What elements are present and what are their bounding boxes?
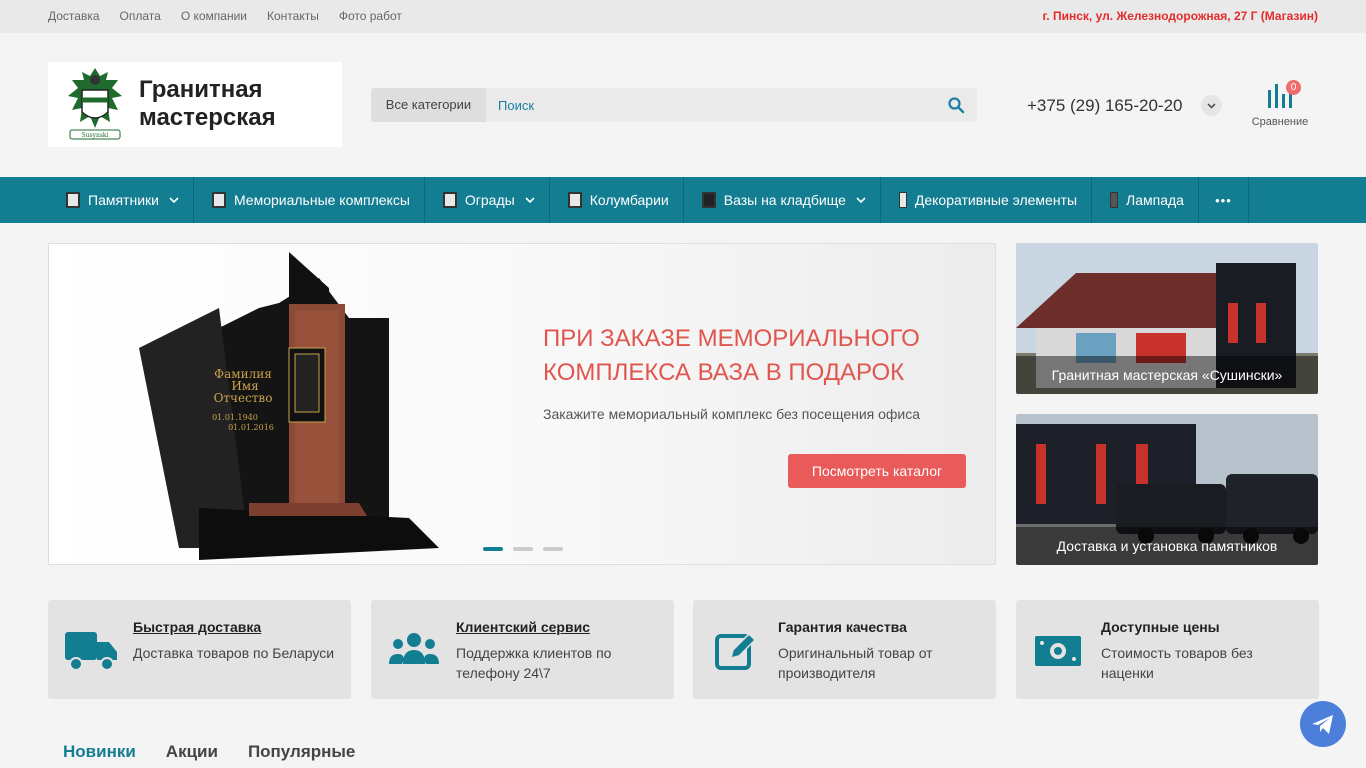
phone-dropdown-button[interactable]	[1201, 95, 1222, 116]
banner-workshop[interactable]: Гранитная мастерская «Сушински»	[1016, 243, 1318, 394]
hero-subtitle: Закажите мемориальный комплекс без посещ…	[543, 406, 921, 422]
feature-title: Доступные цены	[1101, 619, 1220, 635]
hero-slider: Фамилия Имя Отчество 01.01.1940 01.01.20…	[48, 243, 996, 565]
engraving-birth: 01.01.1940	[212, 413, 258, 422]
nav-item-monuments[interactable]: Памятники	[48, 177, 194, 223]
top-link-contacts[interactable]: Контакты	[267, 9, 319, 23]
search-icon[interactable]	[947, 96, 965, 114]
nav-item-memorials[interactable]: Мемориальные комплексы	[194, 177, 425, 223]
feature-quality: Гарантия качества Оригинальный товар от …	[693, 600, 996, 699]
banner-caption: Гранитная мастерская «Сушински»	[1016, 356, 1318, 394]
top-link-gallery[interactable]: Фото работ	[339, 9, 402, 23]
statue-icon	[898, 192, 907, 208]
engraving-death: 01.01.2016	[228, 423, 274, 432]
top-bar: Доставка Оплата О компании Контакты Фото…	[0, 0, 1366, 33]
lamp-icon	[1110, 192, 1119, 208]
site-name: Гранитная мастерская	[139, 76, 276, 131]
chevron-down-icon	[1207, 103, 1216, 109]
nav-item-decor[interactable]: Декоративные элементы	[881, 177, 1093, 223]
feature-prices: Доступные цены Стоимость товаров без нац…	[1016, 600, 1319, 699]
memorial-icon	[211, 192, 226, 208]
feature-title: Гарантия качества	[778, 619, 907, 635]
feature-text: Стоимость товаров без наценки	[1101, 645, 1253, 681]
site-logo[interactable]: Susynski Гранитная мастерская	[48, 62, 342, 147]
telegram-chat-button[interactable]	[1300, 701, 1346, 747]
slider-dots	[483, 547, 563, 551]
engraving-patronymic: Отчество	[214, 391, 273, 405]
slider-dot[interactable]	[513, 547, 533, 551]
chevron-down-icon	[169, 197, 179, 204]
feature-fast-delivery: Быстрая доставка Доставка товаров по Бел…	[48, 600, 351, 699]
monument-image: Фамилия Имя Отчество 01.01.1940 01.01.20…	[139, 252, 439, 560]
nav-item-lamp[interactable]: Лампада	[1092, 177, 1199, 223]
nav-more-button[interactable]: •••	[1199, 177, 1249, 223]
compare-label: Сравнение	[1251, 116, 1309, 128]
feature-text: Поддержка клиентов по телефону 24\7	[456, 645, 612, 681]
svg-text:Susynski: Susynski	[82, 132, 109, 139]
feature-title[interactable]: Быстрая доставка	[133, 619, 261, 635]
phone-number[interactable]: +375 (29) 165-20-20	[1027, 96, 1182, 116]
slider-dot[interactable]	[543, 547, 563, 551]
top-link-about[interactable]: О компании	[181, 9, 247, 23]
banner-caption: Доставка и установка памятников	[1016, 527, 1318, 565]
hero-title: При заказе мемориального комплекса ваза …	[543, 325, 920, 386]
search-bar: Все категории	[371, 88, 977, 122]
main-nav: Памятники Мемориальные комплексы Ограды …	[0, 177, 1366, 223]
search-category-select[interactable]: Все категории	[371, 88, 486, 122]
compare-button[interactable]: 0 Сравнение	[1248, 80, 1312, 128]
vase-icon	[701, 192, 716, 208]
columbarium-icon	[567, 192, 582, 208]
nav-item-fences[interactable]: Ограды	[425, 177, 550, 223]
coat-of-arms-icon: Susynski	[68, 68, 122, 140]
feature-client-service: Клиентский сервис Поддержка клиентов по …	[371, 600, 674, 699]
users-icon	[389, 633, 439, 664]
chevron-down-icon	[525, 197, 535, 204]
compare-count-badge: 0	[1286, 80, 1301, 95]
money-icon	[1035, 636, 1081, 666]
nav-item-columbaria[interactable]: Колумбарии	[550, 177, 684, 223]
more-icon: •••	[1215, 192, 1232, 208]
edit-icon	[715, 632, 757, 670]
store-address[interactable]: г. Пинск, ул. Железнодорожная, 27 Г (Маг…	[1043, 9, 1319, 23]
tab-popular[interactable]: Популярные	[248, 742, 355, 768]
fence-icon	[442, 192, 457, 208]
top-link-delivery[interactable]: Доставка	[48, 9, 100, 23]
truck-icon	[65, 632, 117, 671]
banner-delivery[interactable]: Доставка и установка памятников	[1016, 414, 1318, 565]
top-link-payment[interactable]: Оплата	[120, 9, 161, 23]
feature-text: Доставка товаров по Беларуси	[133, 645, 335, 661]
search-input[interactable]	[486, 88, 936, 122]
nav-item-vases[interactable]: Вазы на кладбище	[684, 177, 881, 223]
view-catalog-button[interactable]: Посмотреть каталог	[788, 454, 966, 488]
product-tabs: Новинки Акции Популярные	[63, 742, 355, 768]
top-links: Доставка Оплата О компании Контакты Фото…	[48, 9, 402, 23]
tab-new[interactable]: Новинки	[63, 742, 136, 768]
paper-plane-icon	[1312, 715, 1333, 734]
feature-text: Оригинальный товар от производителя	[778, 645, 933, 681]
tab-sales[interactable]: Акции	[166, 742, 218, 768]
slider-dot[interactable]	[483, 547, 503, 551]
chevron-down-icon	[856, 197, 866, 204]
feature-title[interactable]: Клиентский сервис	[456, 619, 590, 635]
monument-icon	[66, 192, 80, 208]
